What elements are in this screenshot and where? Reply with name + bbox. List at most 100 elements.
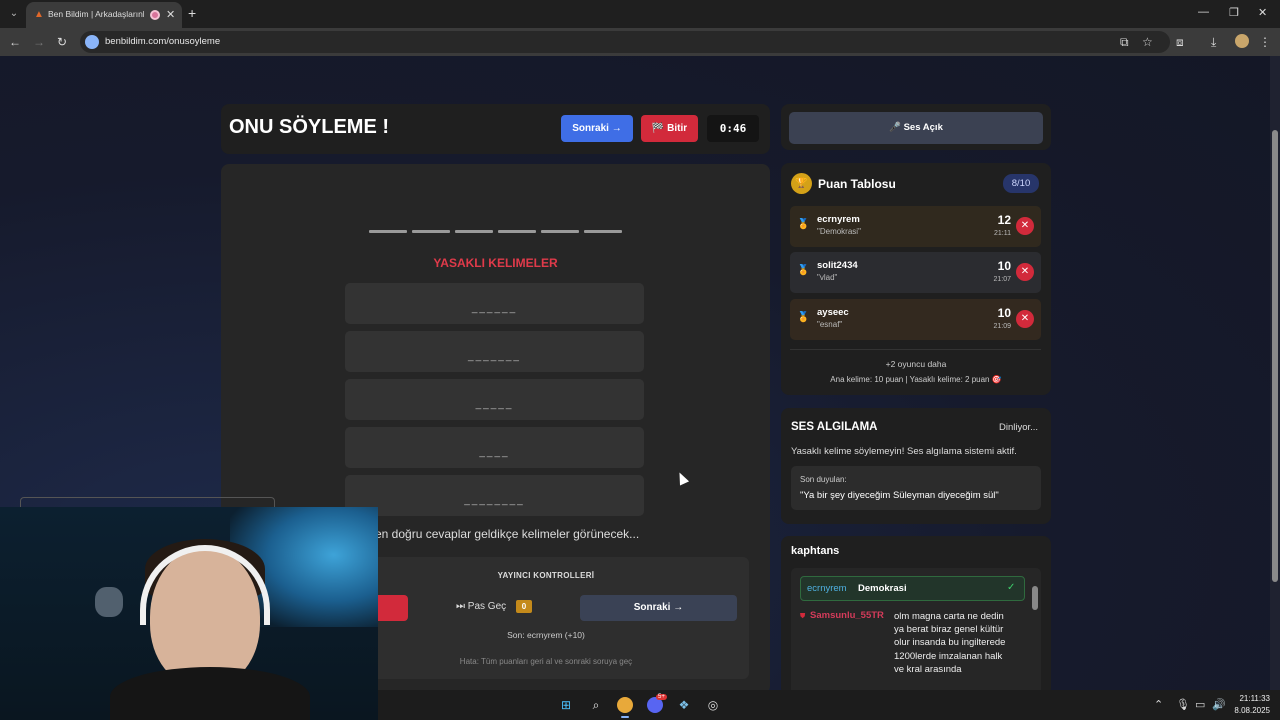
player-word: "vlad"	[817, 273, 838, 282]
tab-search-chevron-icon[interactable]: ⌄	[6, 6, 22, 22]
site-logo[interactable]	[560, 56, 710, 70]
voice-message: Yasaklı kelime söylemeyin! Ses algılama …	[791, 446, 1017, 457]
shield-badge-icon: ⛊	[800, 613, 806, 620]
game-header: ONU SÖYLEME ! Sonraki → 🏁 Bitir 0:46	[221, 104, 770, 154]
points-info: Ana kelime: 10 puan | Yasaklı kelime: 2 …	[830, 375, 1002, 384]
hint-text: en doğru cevaplar geldikçe kelimeler gör…	[375, 527, 640, 541]
windows-start-icon[interactable]: ⊞	[558, 697, 574, 713]
player-row: 🏅 ecrnyrem "Demokrasi" 12 21:11 ✕	[790, 206, 1041, 247]
profile-avatar[interactable]	[1235, 34, 1249, 48]
correct-guess-message: ecrnyrem Demokrasi ✓	[800, 576, 1025, 601]
app-icon[interactable]: ❖	[676, 697, 692, 713]
extensions-icon[interactable]: ⧈	[1176, 35, 1184, 50]
player-name: solit2434	[817, 260, 858, 271]
chat-message-text: olm magna carta ne dedin ya berat biraz …	[894, 611, 1006, 675]
restore-icon[interactable]: ❐	[1229, 6, 1239, 19]
controls-title: YAYINCI KONTROLLERİ	[497, 571, 595, 580]
next-button[interactable]: Sonraki →	[561, 115, 633, 142]
menu-icon[interactable]: ⋮	[1259, 35, 1271, 49]
tab-title: Ben Bildim | Arkadaşlarınla	[48, 9, 144, 19]
close-window-icon[interactable]: ✕	[1258, 6, 1267, 19]
player-time: 21:09	[993, 323, 1011, 330]
volume-icon[interactable]: 🔊	[1212, 698, 1226, 711]
streamer-controls: YAYINCI KONTROLLERİ ⏭ Pas Geç 0 Sonraki …	[361, 557, 749, 679]
bronze-medal-icon: 🏅	[797, 312, 810, 323]
player-score: 10	[997, 306, 1011, 320]
round-badge: 8/10	[1003, 174, 1039, 193]
install-app-icon[interactable]: ⧉	[1120, 35, 1129, 50]
player-name: ayseec	[817, 307, 849, 318]
skip-button[interactable]: ⏭ Pas Geç	[456, 601, 506, 612]
finish-button[interactable]: 🏁 Bitir	[641, 115, 698, 142]
error-info: Hata: Tüm puanları geri al ve sonraki so…	[459, 657, 633, 666]
more-players-text: +2 oyuncu daha	[885, 359, 947, 369]
chat-title: kaphtans	[791, 545, 840, 557]
guess-user: ecrnyrem	[807, 583, 847, 594]
voice-status: Dinliyor...	[999, 422, 1039, 433]
voice-detection-panel: SES ALGILAMA Dinliyor... Yasaklı kelime …	[781, 408, 1051, 524]
address-bar[interactable]: benbildim.com/onusoyleme	[80, 31, 1170, 53]
chrome-icon[interactable]	[617, 697, 633, 713]
new-tab-icon[interactable]: +	[188, 5, 196, 21]
scoreboard: 🏆 Puan Tablosu 8/10 🏅 ecrnyrem "Demokras…	[781, 163, 1051, 395]
player-row: 🏅 ayseec "esnaf" 10 21:09 ✕	[790, 299, 1041, 340]
downloads-icon[interactable]: ⤓	[1211, 35, 1216, 50]
player-score: 10	[997, 259, 1011, 273]
forbidden-word-slot: _____	[345, 379, 644, 420]
player-word: "Demokrasi"	[817, 227, 861, 236]
clock-time[interactable]: 21:11:33	[1236, 694, 1270, 703]
silver-medal-icon: 🏅	[797, 265, 810, 276]
flag-icon: 🏁	[651, 123, 665, 134]
browser-toolbar: ← → ↻ benbildim.com/onusoyleme ⧉ ☆ ⧈ ⤓ ⋮	[0, 28, 1280, 56]
page-title: ONU SÖYLEME !	[229, 116, 390, 138]
last-heard-box: Son duyulan: "Ya bir şey diyeceğim Süley…	[791, 466, 1041, 510]
remove-player-icon[interactable]: ✕	[1016, 217, 1034, 235]
reload-icon[interactable]: ↻	[57, 35, 67, 49]
bookmark-star-icon[interactable]: ☆	[1142, 35, 1153, 49]
last-heard-text: "Ya bir şey diyeceğim Süleyman diyeceğim…	[800, 490, 999, 501]
tray-overflow-icon[interactable]: ⌃	[1154, 698, 1163, 711]
browser-tab-bar: ⌄ ▲ Ben Bildim | Arkadaşlarınla ✕ + — ❐ …	[0, 0, 1280, 28]
discord-badge: 5+	[656, 694, 667, 700]
guess-word: Demokrasi	[858, 583, 907, 594]
voice-title: SES ALGILAMA	[791, 421, 878, 433]
clock-date[interactable]: 8.08.2025	[1233, 706, 1270, 715]
forward-icon[interactable]: →	[33, 35, 45, 49]
page-scrollbar[interactable]	[1270, 56, 1280, 690]
last-result: Son: ecrnyrem (+10)	[507, 630, 585, 640]
countdown-timer: 0:46	[707, 115, 759, 142]
obs-icon[interactable]: ◎	[705, 697, 721, 713]
chat-messages[interactable]: ecrnyrem Demokrasi ✓ ⛊ Samsunlu_55TR olm…	[791, 568, 1041, 690]
scoreboard-title: Puan Tablosu	[818, 177, 896, 191]
close-tab-icon[interactable]: ✕	[166, 8, 175, 21]
back-icon[interactable]: ←	[9, 35, 21, 49]
sound-panel: 🎤 Ses Açık	[781, 104, 1051, 150]
chat-scrollbar[interactable]	[1032, 578, 1038, 690]
forbidden-word-slot: ______	[345, 283, 644, 324]
player-word: "esnaf"	[817, 320, 843, 329]
minimize-icon[interactable]: —	[1198, 6, 1209, 18]
webcam-overlay	[0, 507, 378, 720]
url-text: benbildim.com/onusoyleme	[105, 36, 221, 47]
player-score: 12	[997, 213, 1011, 227]
microphone-icon[interactable]: 🎙	[1176, 698, 1190, 711]
divider	[790, 349, 1041, 350]
sound-toggle-button[interactable]: 🎤 Ses Açık	[789, 112, 1043, 144]
forbidden-word-slot: _______	[345, 331, 644, 372]
browser-tab[interactable]: ▲ Ben Bildim | Arkadaşlarınla ✕	[26, 2, 182, 28]
player-time: 21:07	[993, 276, 1011, 283]
remove-player-icon[interactable]: ✕	[1016, 310, 1034, 328]
controls-next-button[interactable]: Sonraki →	[580, 595, 737, 621]
webcam-frame	[20, 497, 275, 507]
remove-player-icon[interactable]: ✕	[1016, 263, 1034, 281]
network-icon[interactable]: ▭	[1195, 698, 1205, 711]
chat-panel: kaphtans ecrnyrem Demokrasi ✓ ⛊ Samsunlu…	[781, 536, 1051, 690]
player-name: ecrnyrem	[817, 214, 860, 225]
last-heard-label: Son duyulan:	[800, 475, 847, 484]
player-time: 21:11	[994, 230, 1011, 237]
chat-message-user: Samsunlu_55TR	[810, 610, 884, 621]
search-icon[interactable]: ⌕	[588, 697, 604, 713]
finish-label: Bitir	[667, 123, 688, 134]
site-info-icon[interactable]	[85, 35, 99, 49]
audio-playing-icon[interactable]	[150, 10, 160, 20]
